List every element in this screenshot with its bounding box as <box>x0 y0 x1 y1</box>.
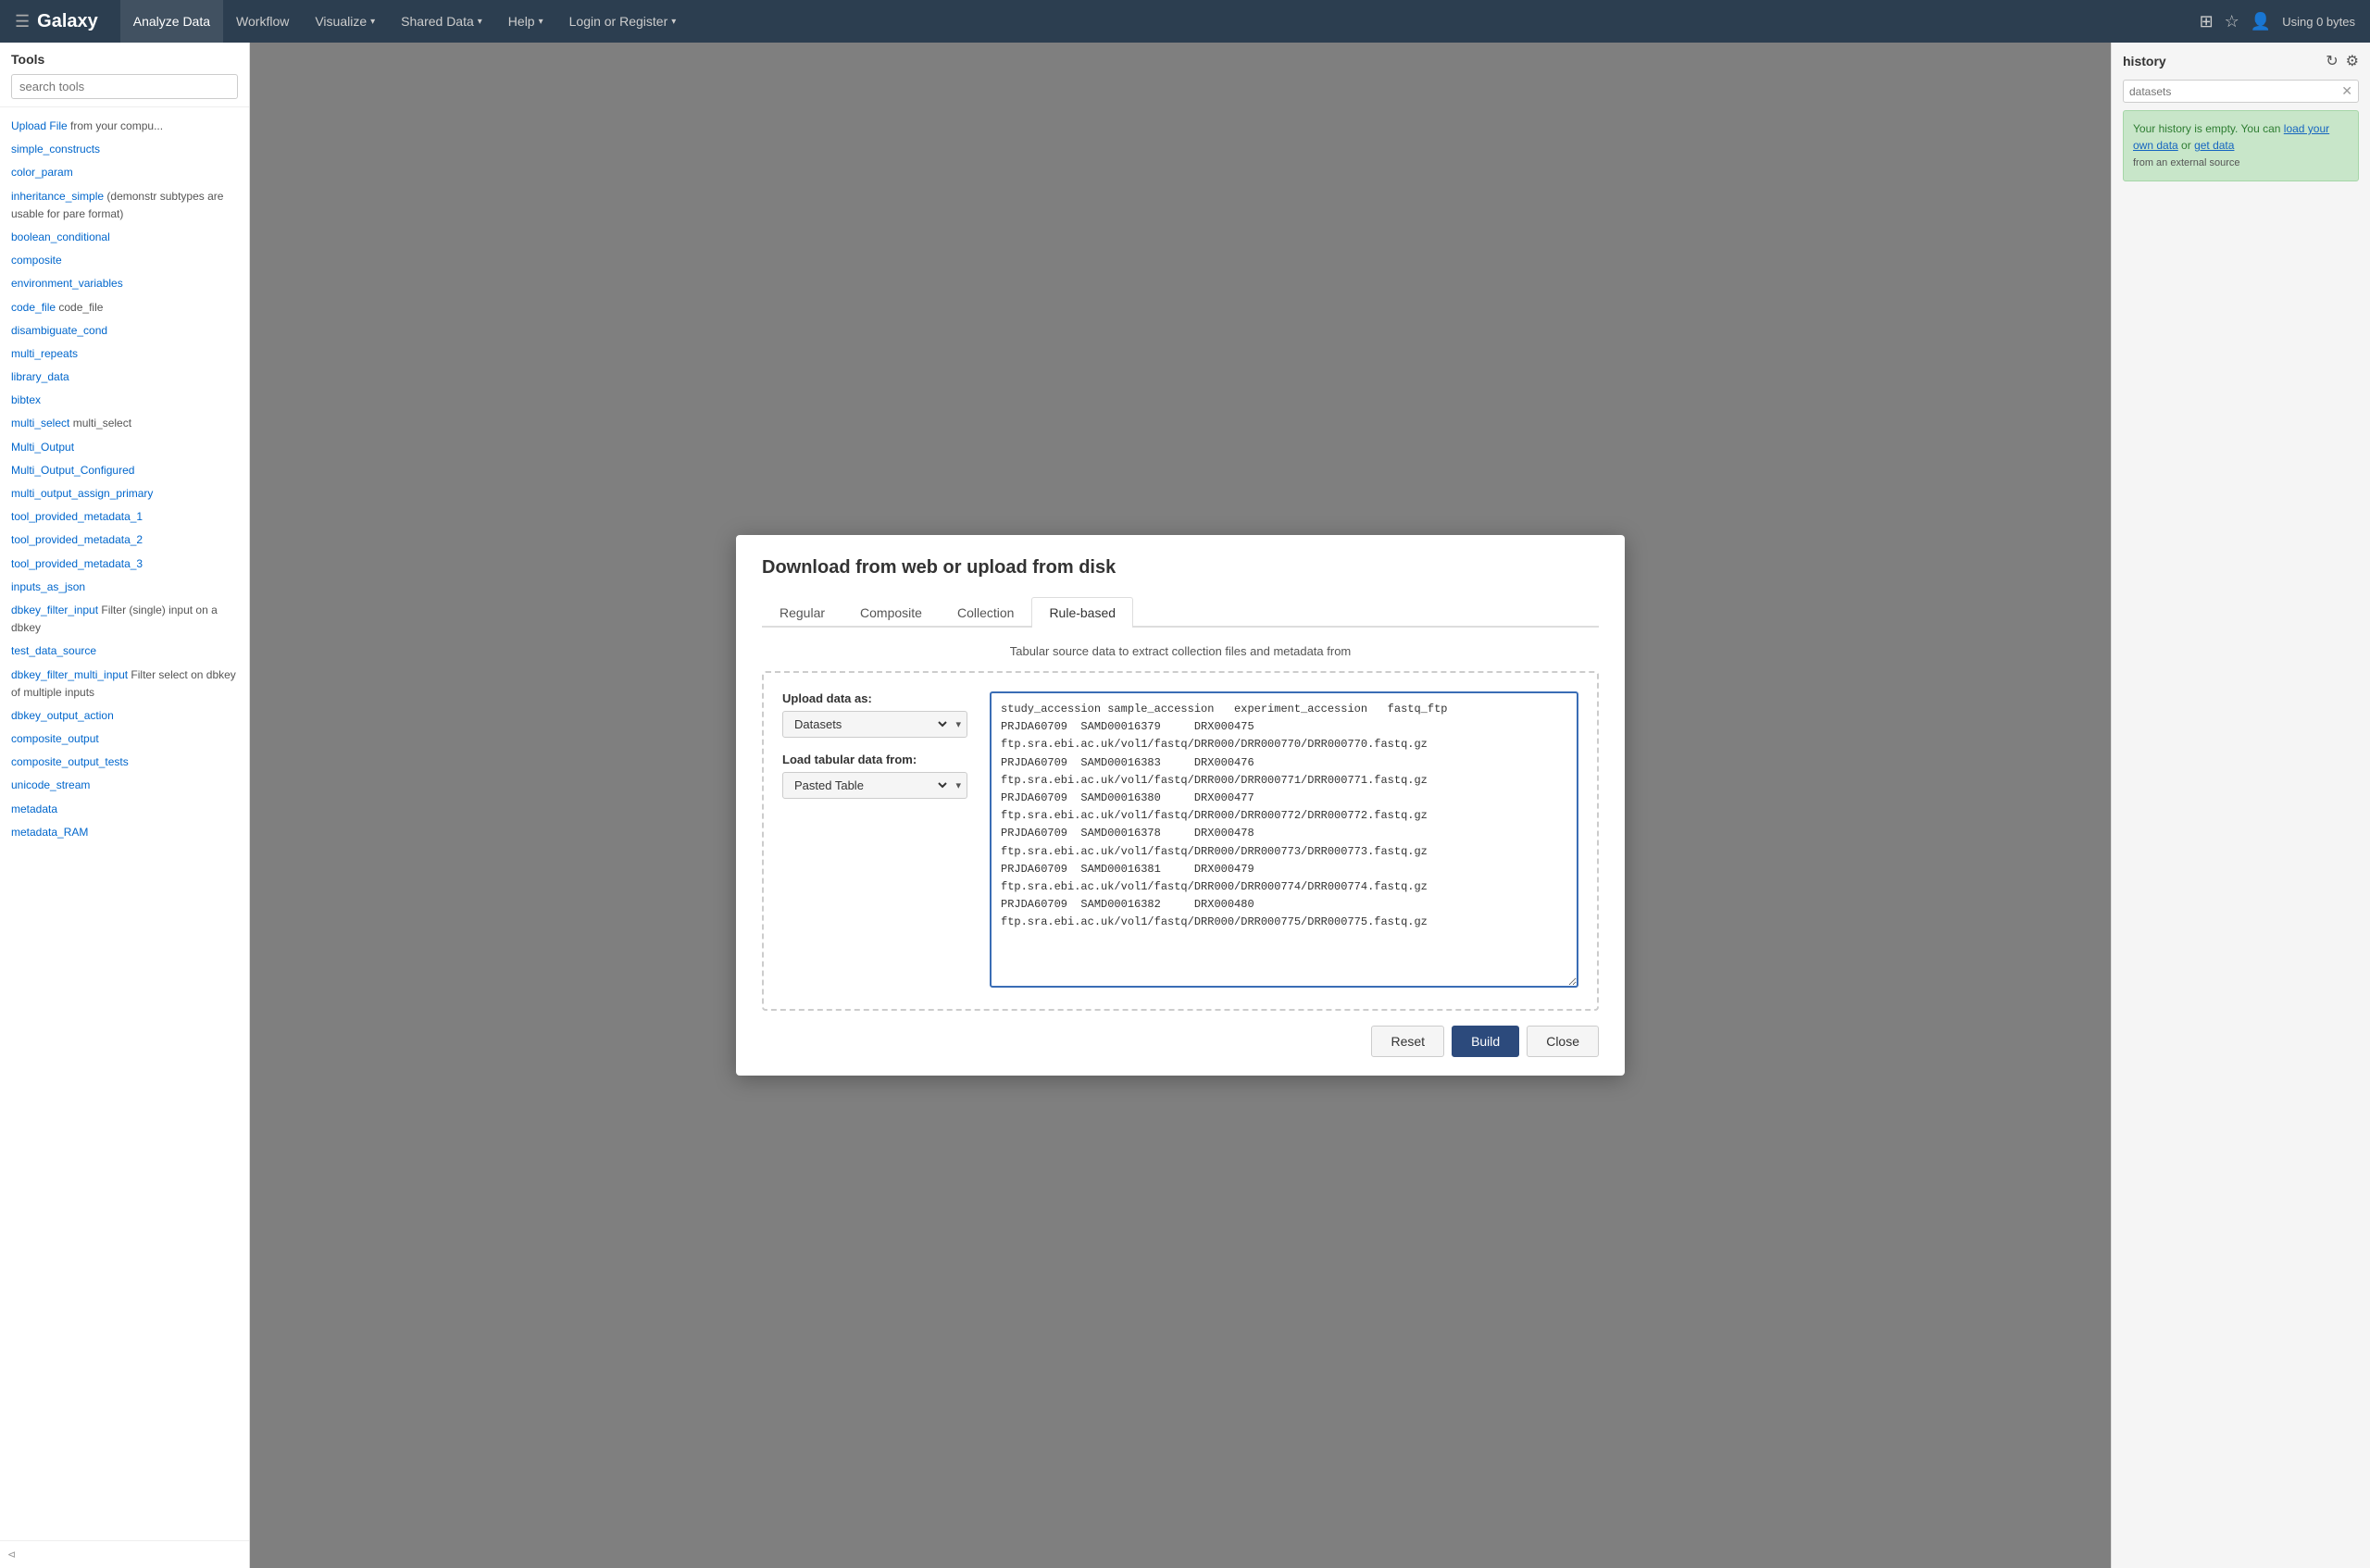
nav-analyze-data[interactable]: Analyze Data <box>120 0 223 43</box>
load-from-caret: ▾ <box>950 779 967 791</box>
sidebar-item-multi-output-configured[interactable]: Multi_Output_Configured <box>0 459 249 482</box>
upload-as-select-wrapper[interactable]: Datasets ▾ <box>782 711 967 738</box>
sidebar-item-composite[interactable]: composite <box>0 249 249 272</box>
modal-footer: Reset Build Close <box>762 1026 1599 1057</box>
right-panel-icons: ↻ ⚙ <box>2326 52 2359 70</box>
get-data-link[interactable]: get data <box>2194 139 2234 152</box>
sidebar-title: Tools <box>11 52 238 67</box>
sidebar-item-environment-variables[interactable]: environment_variables <box>0 272 249 295</box>
nav-shared-data[interactable]: Shared Data▾ <box>388 0 495 43</box>
nav-right-icons: ⊞ ☆ 👤 Using 0 bytes <box>2200 12 2355 31</box>
search-input[interactable] <box>11 74 238 99</box>
upload-as-group: Upload data as: Datasets ▾ <box>782 691 967 738</box>
sidebar-item-test-data-source[interactable]: test_data_source <box>0 640 249 663</box>
upload-options: Upload data as: Datasets ▾ Load tabular … <box>782 691 967 799</box>
build-button[interactable]: Build <box>1452 1026 1519 1057</box>
sidebar-item-multi-repeats[interactable]: multi_repeats <box>0 342 249 366</box>
sidebar-item-tool-metadata-1[interactable]: tool_provided_metadata_1 <box>0 505 249 529</box>
star-icon[interactable]: ☆ <box>2225 12 2239 31</box>
tab-regular[interactable]: Regular <box>762 597 842 628</box>
modal-tabs: Regular Composite Collection Rule-based <box>762 597 1599 628</box>
upload-as-select[interactable]: Datasets <box>783 712 950 737</box>
reset-button[interactable]: Reset <box>1371 1026 1444 1057</box>
sidebar-item-composite-output[interactable]: composite_output <box>0 728 249 751</box>
sidebar-item-inheritance-simple[interactable]: inheritance_simple (demonstr subtypes ar… <box>0 185 249 226</box>
sidebar-header: Tools <box>0 43 249 107</box>
user-icon[interactable]: 👤 <box>2251 12 2271 31</box>
sidebar-item-boolean-conditional[interactable]: boolean_conditional <box>0 226 249 249</box>
load-from-select[interactable]: Pasted Table <box>783 773 950 798</box>
brand-name: Galaxy <box>37 11 98 32</box>
link-label: Upload File <box>11 119 68 132</box>
sidebar-item-inputs-as-json[interactable]: inputs_as_json <box>0 576 249 599</box>
nav-help[interactable]: Help▾ <box>495 0 556 43</box>
close-button[interactable]: Close <box>1527 1026 1599 1057</box>
nav-login-register[interactable]: Login or Register▾ <box>556 0 690 43</box>
sidebar-item-bibtex[interactable]: bibtex <box>0 389 249 412</box>
external-source-text: from an external source <box>2133 157 2240 168</box>
sidebar-item-disambiguate-cond[interactable]: disambiguate_cond <box>0 319 249 342</box>
history-search-input[interactable] <box>2129 85 2341 98</box>
storage-label: Using 0 bytes <box>2282 15 2355 29</box>
history-title: history <box>2123 54 2166 68</box>
nav-visualize[interactable]: Visualize▾ <box>302 0 388 43</box>
main-layout: Tools Upload File from your compu... sim… <box>0 43 2370 1568</box>
content-area: Download from web or upload from disk Re… <box>250 43 2111 1568</box>
nav-links: Analyze Data Workflow Visualize▾ Shared … <box>120 0 2200 43</box>
upload-as-label: Upload data as: <box>782 691 967 705</box>
sidebar-item-tool-metadata-2[interactable]: tool_provided_metadata_2 <box>0 529 249 552</box>
right-panel: history ↻ ⚙ ✕ Your history is empty. You… <box>2111 43 2370 1568</box>
sidebar-item-dbkey-filter-multi[interactable]: dbkey_filter_multi_input Filter select o… <box>0 664 249 704</box>
history-empty-text: Your history is empty. You can <box>2133 122 2280 135</box>
load-from-select-wrapper[interactable]: Pasted Table ▾ <box>782 772 967 799</box>
sidebar-scroll-icon[interactable]: ⊲ <box>7 1549 16 1561</box>
modal-title: Download from web or upload from disk <box>762 557 1599 579</box>
textarea-wrapper <box>990 691 1578 990</box>
sidebar: Tools Upload File from your compu... sim… <box>0 43 250 1568</box>
sidebar-bottom: ⊲ <box>0 1540 249 1568</box>
grid-icon[interactable]: ⊞ <box>2200 12 2214 31</box>
sidebar-item-dbkey-output-action[interactable]: dbkey_output_action <box>0 704 249 728</box>
sidebar-item-upload-file[interactable]: Upload File from your compu... <box>0 115 249 138</box>
sidebar-item-multi-output[interactable]: Multi_Output <box>0 436 249 459</box>
sidebar-item-code-file[interactable]: code_file code_file <box>0 296 249 319</box>
data-textarea[interactable] <box>990 691 1578 988</box>
sidebar-item-color-param[interactable]: color_param <box>0 161 249 184</box>
sidebar-item-multi-output-assign[interactable]: multi_output_assign_primary <box>0 482 249 505</box>
tab-rule-based[interactable]: Rule-based <box>1031 597 1133 628</box>
history-search-clear[interactable]: ✕ <box>2341 83 2352 99</box>
modal-subtitle: Tabular source data to extract collectio… <box>762 644 1599 658</box>
sidebar-item-composite-output-tests[interactable]: composite_output_tests <box>0 751 249 774</box>
settings-icon[interactable]: ⚙ <box>2346 52 2359 70</box>
nav-workflow[interactable]: Workflow <box>223 0 302 43</box>
load-from-group: Load tabular data from: Pasted Table ▾ <box>782 753 967 799</box>
upload-as-caret: ▾ <box>950 718 967 730</box>
tab-composite[interactable]: Composite <box>842 597 940 628</box>
sidebar-item-dbkey-filter-input[interactable]: dbkey_filter_input Filter (single) input… <box>0 599 249 640</box>
sidebar-item-simple-constructs[interactable]: simple_constructs <box>0 138 249 161</box>
top-navbar: ☰ Galaxy Analyze Data Workflow Visualize… <box>0 0 2370 43</box>
modal-overlay: Download from web or upload from disk Re… <box>250 43 2111 1568</box>
sidebar-item-metadata[interactable]: metadata <box>0 798 249 821</box>
refresh-icon[interactable]: ↻ <box>2326 52 2338 70</box>
sidebar-item-library-data[interactable]: library_data <box>0 366 249 389</box>
sidebar-item-multi-select[interactable]: multi_select multi_select <box>0 412 249 435</box>
history-search[interactable]: ✕ <box>2123 80 2359 103</box>
sidebar-item-metadata-ram[interactable]: metadata_RAM <box>0 821 249 844</box>
history-info-box: Your history is empty. You can load your… <box>2123 110 2359 181</box>
sidebar-item-unicode-stream[interactable]: unicode_stream <box>0 774 249 797</box>
rule-based-panel: Upload data as: Datasets ▾ Load tabular … <box>762 671 1599 1011</box>
load-from-label: Load tabular data from: <box>782 753 967 766</box>
sidebar-item-tool-metadata-3[interactable]: tool_provided_metadata_3 <box>0 553 249 576</box>
right-panel-header: history ↻ ⚙ <box>2123 52 2359 70</box>
sidebar-links: Upload File from your compu... simple_co… <box>0 107 249 1540</box>
brand[interactable]: ☰ Galaxy <box>15 11 98 32</box>
tab-collection[interactable]: Collection <box>940 597 1031 628</box>
upload-modal: Download from web or upload from disk Re… <box>736 535 1625 1076</box>
menu-icon[interactable]: ☰ <box>15 12 30 31</box>
